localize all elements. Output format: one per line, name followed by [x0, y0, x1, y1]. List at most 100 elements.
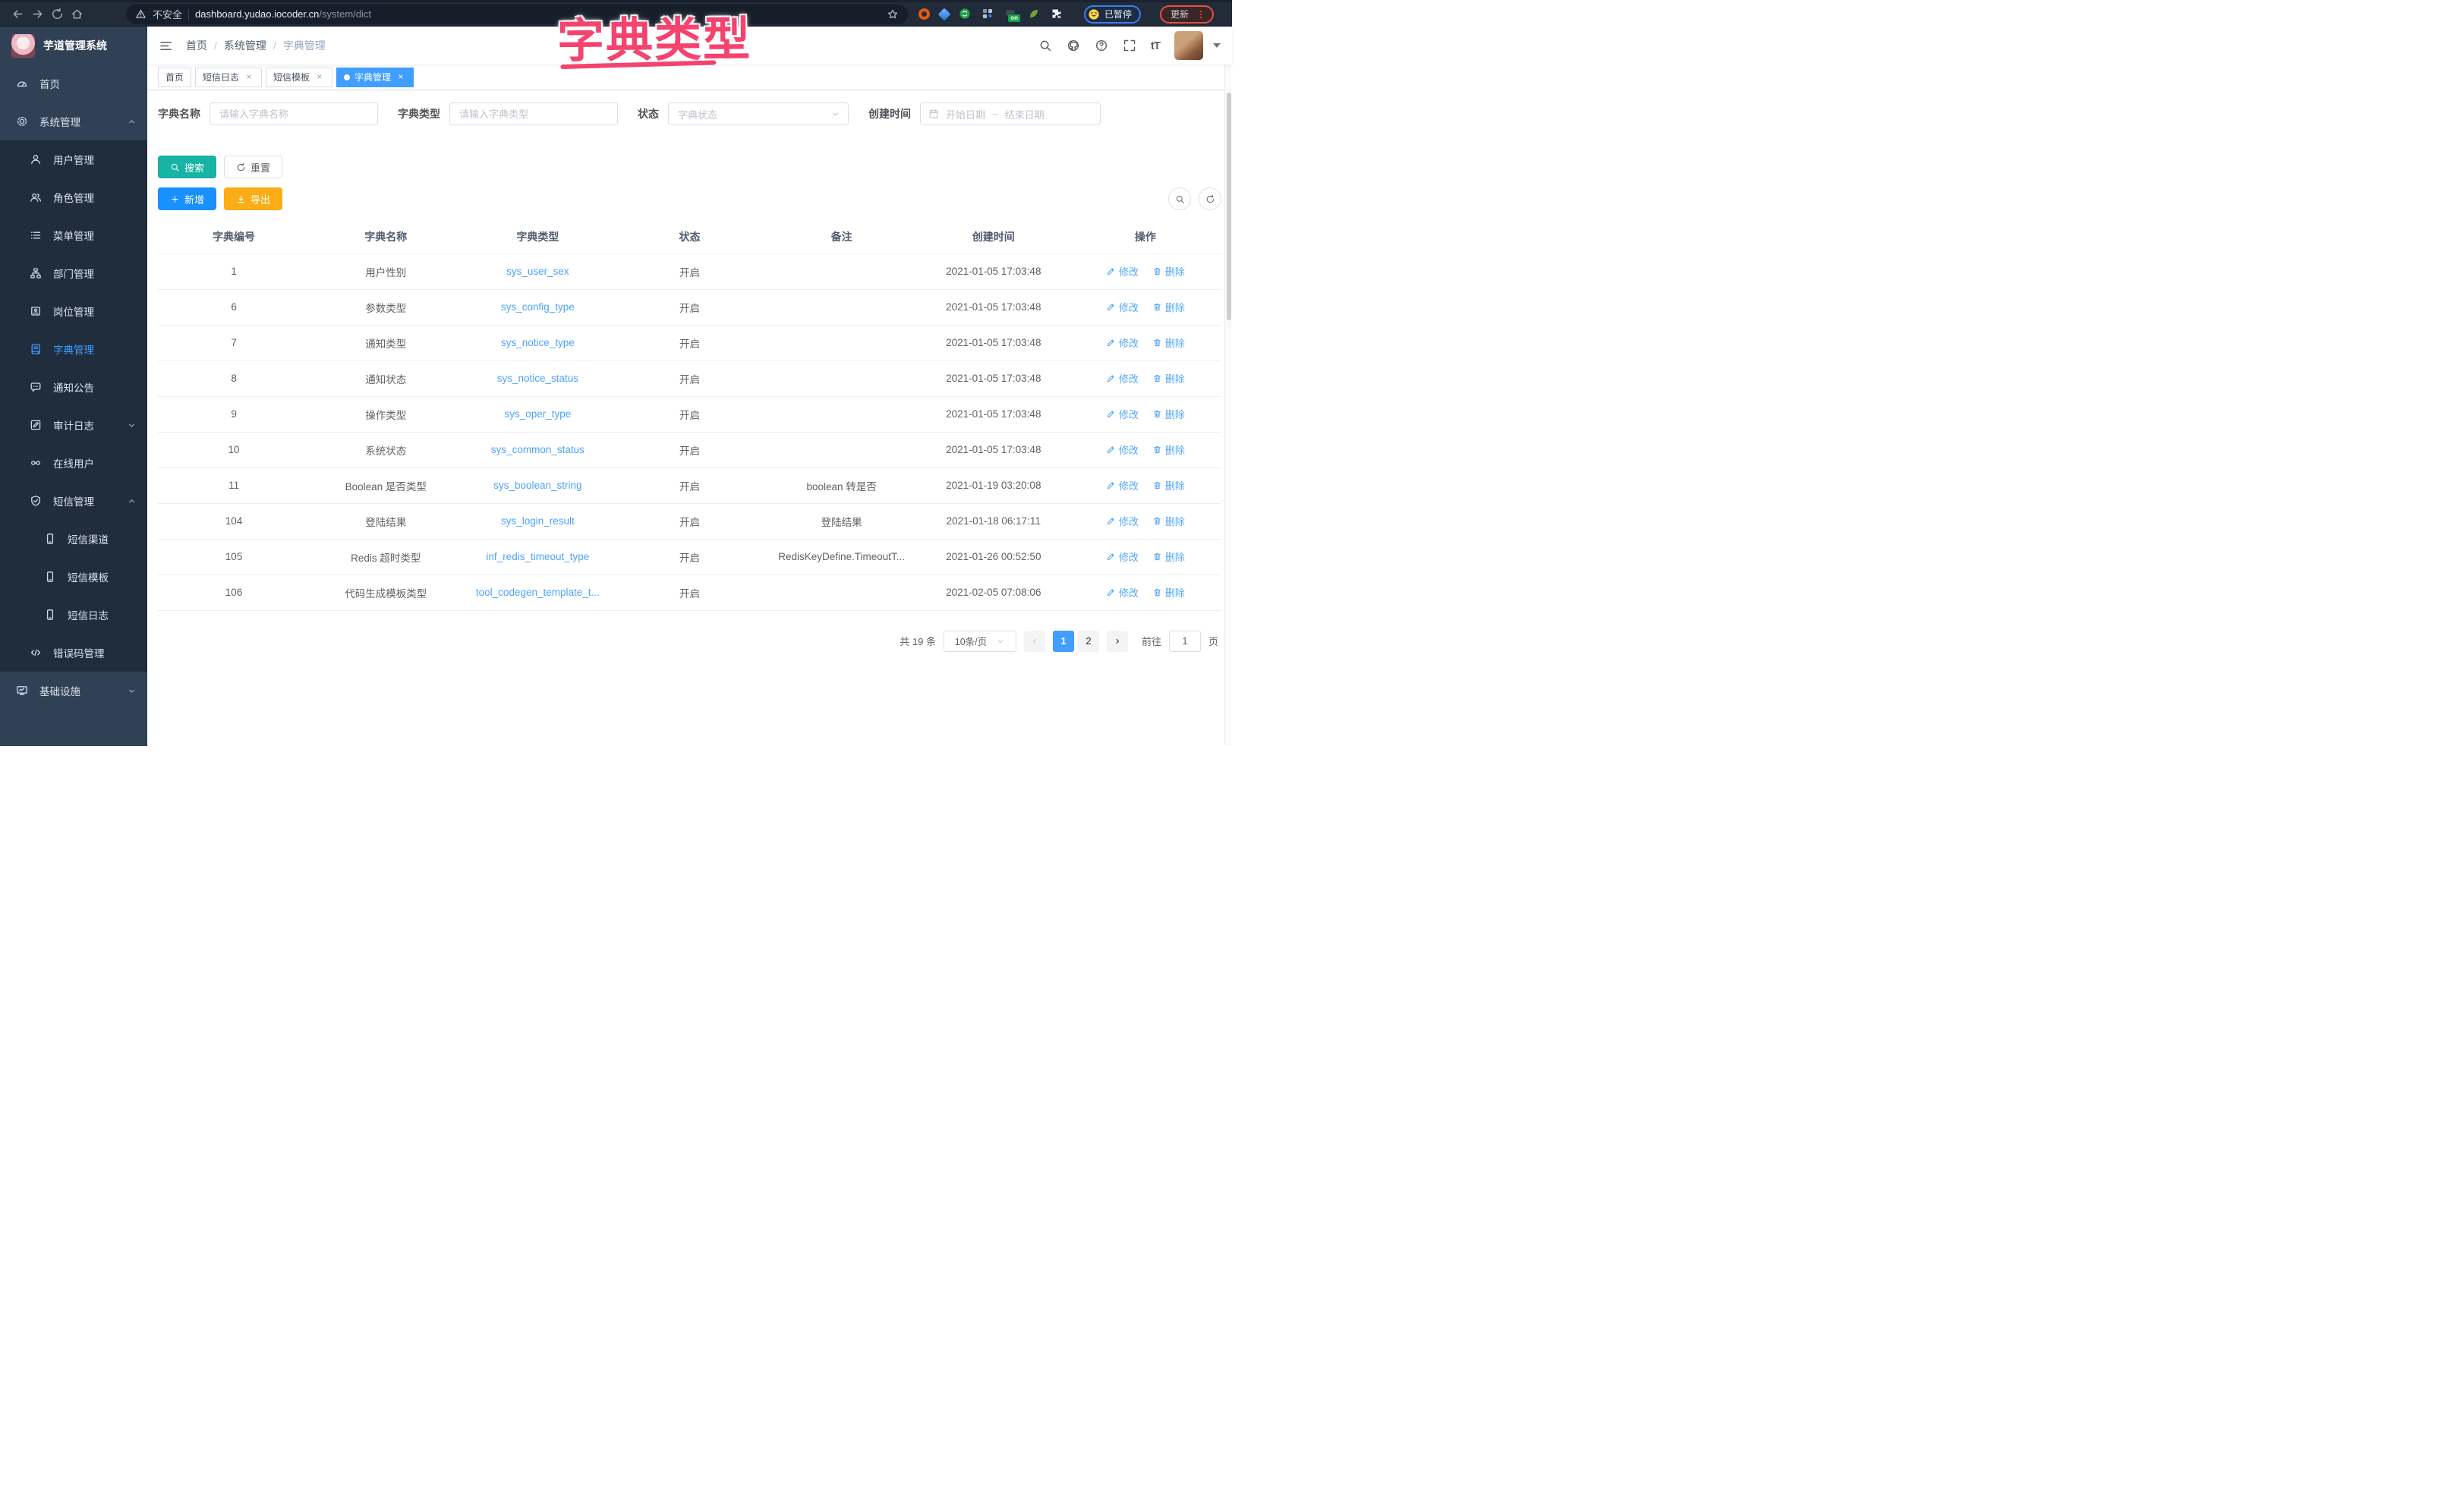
sidebar-item-dict-management[interactable]: 字典管理	[0, 330, 147, 368]
page-size-select[interactable]: 10条/页	[944, 631, 1016, 652]
dict-type-link[interactable]: inf_redis_timeout_type	[486, 551, 589, 562]
dict-status: 开启	[613, 432, 765, 467]
dict-type-link[interactable]: sys_common_status	[491, 444, 584, 455]
tab-home[interactable]: 首页	[158, 68, 191, 87]
sidebar-item-system-management[interactable]: 系统管理	[0, 102, 147, 140]
delete-button[interactable]: 删除	[1152, 264, 1185, 279]
delete-button[interactable]: 删除	[1152, 300, 1185, 314]
dict-type-link[interactable]: sys_boolean_string	[493, 480, 581, 491]
delete-button[interactable]: 删除	[1152, 549, 1185, 564]
orange-extension-icon[interactable]	[918, 8, 930, 20]
user-avatar[interactable]	[1174, 31, 1203, 60]
dict-type-input[interactable]	[449, 102, 618, 125]
edit-button[interactable]: 修改	[1106, 371, 1139, 386]
dict-type-link[interactable]: sys_user_sex	[506, 266, 569, 277]
add-button[interactable]: 新增	[158, 187, 216, 210]
edit-button[interactable]: 修改	[1106, 514, 1139, 528]
help-icon[interactable]	[1095, 39, 1108, 52]
edit-button[interactable]: 修改	[1106, 407, 1139, 421]
refresh-table-button[interactable]	[1199, 187, 1221, 210]
header-search-icon[interactable]	[1038, 39, 1052, 52]
font-size-icon[interactable]: tT	[1151, 39, 1160, 52]
bookmark-star-icon[interactable]	[887, 8, 899, 20]
sidebar-item-infrastructure[interactable]: 基础设施	[0, 672, 147, 710]
dict-type-link[interactable]: sys_notice_status	[497, 373, 578, 384]
browser-home-button[interactable]	[67, 5, 87, 24]
date-range-picker[interactable]: 开始日期 ~ 结束日期	[920, 102, 1101, 125]
tags-view: 首页短信日志×短信模板×字典管理×	[147, 65, 1232, 90]
green-coin-extension-icon[interactable]	[959, 8, 972, 20]
tab-dict-manage[interactable]: 字典管理×	[336, 68, 414, 87]
sidebar-item-sms-channel[interactable]: 短信渠道	[0, 520, 147, 558]
browser-forward-button[interactable]	[27, 5, 47, 24]
sidebar-item-sms-log[interactable]: 短信日志	[0, 596, 147, 634]
sidebar-item-online-users[interactable]: 在线用户	[0, 444, 147, 482]
dict-type-link[interactable]: sys_oper_type	[504, 408, 571, 420]
breadcrumb-home[interactable]: 首页	[186, 38, 207, 53]
sidebar-item-notice-announcement[interactable]: 通知公告	[0, 368, 147, 406]
sidebar-item-post-management[interactable]: 岗位管理	[0, 292, 147, 330]
reset-button[interactable]: 重置	[224, 156, 282, 178]
breadcrumb-system[interactable]: 系统管理	[224, 38, 266, 53]
status-select[interactable]: 字典状态	[668, 102, 849, 125]
delete-button[interactable]: 删除	[1152, 371, 1185, 386]
on-extension-icon[interactable]: on	[1004, 8, 1018, 20]
sidebar-item-sms-template[interactable]: 短信模板	[0, 558, 147, 596]
edit-button[interactable]: 修改	[1106, 478, 1139, 493]
edit-button[interactable]: 修改	[1106, 300, 1139, 314]
sidebar-item-sms-management[interactable]: 短信管理	[0, 482, 147, 520]
scrollbar-thumb[interactable]	[1227, 93, 1231, 320]
github-icon[interactable]	[1067, 39, 1080, 52]
dict-name-input[interactable]	[210, 102, 378, 125]
page-button-1[interactable]: 1	[1053, 631, 1074, 652]
avatar-caret-down-icon[interactable]	[1213, 43, 1221, 48]
sidebar-item-audit-log[interactable]: 审计日志	[0, 406, 147, 444]
edit-button[interactable]: 修改	[1106, 335, 1139, 350]
prev-page-button[interactable]	[1024, 631, 1045, 652]
browser-update-button[interactable]: 更新	[1160, 5, 1214, 24]
browser-menu-icon[interactable]	[1196, 9, 1206, 20]
app-logo[interactable]: 芋道管理系统	[0, 27, 147, 65]
next-page-button[interactable]	[1107, 631, 1128, 652]
extensions-puzzle-icon[interactable]	[1051, 8, 1063, 20]
sidebar-item-dept-management[interactable]: 部门管理	[0, 254, 147, 292]
address-bar[interactable]: 不安全 dashboard.yudao.iocoder.cn/system/di…	[126, 5, 908, 24]
sidebar-item-user-management[interactable]: 用户管理	[0, 140, 147, 178]
fullscreen-icon[interactable]	[1123, 39, 1136, 52]
sidebar-item-menu-management[interactable]: 菜单管理	[0, 216, 147, 254]
delete-button[interactable]: 删除	[1152, 478, 1185, 493]
toggle-search-button[interactable]	[1168, 187, 1191, 210]
browser-back-button[interactable]	[8, 5, 27, 24]
dict-type-link[interactable]: sys_config_type	[501, 301, 575, 313]
dict-type-link[interactable]: sys_notice_type	[501, 337, 575, 348]
sidebar-item-error-code-management[interactable]: 错误码管理	[0, 634, 147, 672]
tab-sms-template[interactable]: 短信模板×	[266, 68, 332, 87]
sidebar-collapse-button[interactable]	[159, 39, 173, 53]
delete-button[interactable]: 删除	[1152, 335, 1185, 350]
edit-button[interactable]: 修改	[1106, 442, 1139, 457]
page-button-2[interactable]: 2	[1078, 631, 1099, 652]
dict-type-link[interactable]: tool_codegen_template_t...	[476, 587, 600, 598]
browser-reload-button[interactable]	[47, 5, 67, 24]
delete-button[interactable]: 删除	[1152, 442, 1185, 457]
tab-close-icon[interactable]: ×	[244, 72, 254, 83]
delete-button[interactable]: 删除	[1152, 514, 1185, 528]
search-button[interactable]: 搜索	[158, 156, 216, 178]
tab-close-icon[interactable]: ×	[395, 72, 406, 83]
profile-paused-badge[interactable]: 已暂停	[1084, 5, 1141, 24]
gem-extension-icon[interactable]	[938, 8, 951, 20]
tab-sms-log[interactable]: 短信日志×	[195, 68, 262, 87]
sidebar-item-role-management[interactable]: 角色管理	[0, 178, 147, 216]
sidebar-item-home[interactable]: 首页	[0, 65, 147, 102]
export-button[interactable]: 导出	[224, 187, 282, 210]
leaf-extension-icon[interactable]	[1028, 8, 1041, 20]
tab-close-icon[interactable]: ×	[314, 72, 325, 83]
delete-button[interactable]: 删除	[1152, 585, 1185, 600]
goto-page-input[interactable]	[1169, 631, 1201, 652]
delete-button[interactable]: 删除	[1152, 407, 1185, 421]
dict-type-link[interactable]: sys_login_result	[501, 515, 575, 527]
edit-button[interactable]: 修改	[1106, 549, 1139, 564]
edit-button[interactable]: 修改	[1106, 585, 1139, 600]
grid-extension-icon[interactable]	[982, 8, 994, 20]
edit-button[interactable]: 修改	[1106, 264, 1139, 279]
